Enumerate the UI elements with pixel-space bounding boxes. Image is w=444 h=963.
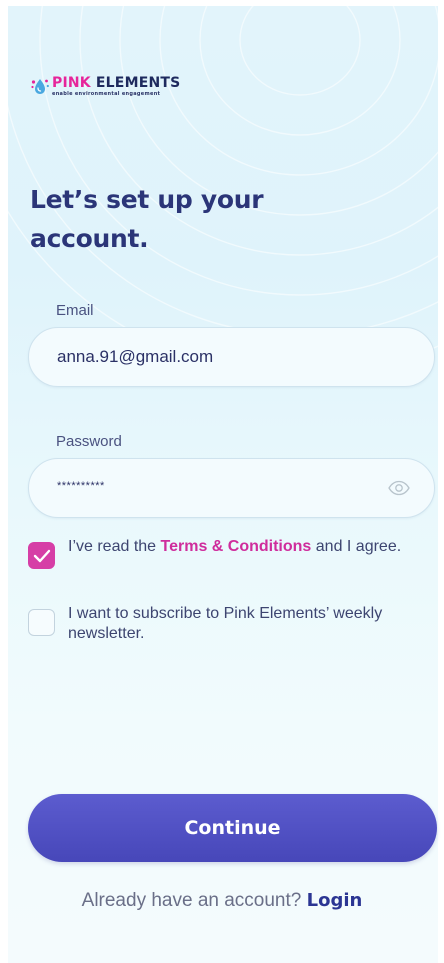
newsletter-consent-text: I want to subscribe to Pink Elements’ we… [68, 605, 383, 642]
checkmark-icon [33, 549, 50, 562]
terms-text-before: I’ve read the [68, 538, 161, 555]
terms-conditions-link[interactable]: Terms & Conditions [161, 538, 312, 555]
brand-name: PINK ELEMENTS [52, 75, 180, 91]
page-title: Let’s set up your account. [30, 185, 264, 253]
brand-name-part2: ELEMENTS [95, 75, 181, 91]
frame-right-edge [438, 0, 444, 963]
brand-tagline: enable environmental engagement [52, 91, 161, 97]
password-label: Password [56, 433, 122, 450]
password-field[interactable]: ********** [28, 458, 435, 518]
login-prompt: Already have an account? Login [0, 890, 444, 912]
login-link[interactable]: Login [307, 890, 363, 911]
email-field[interactable] [28, 327, 435, 387]
terms-consent-text: I’ve read the Terms & Conditions and I a… [68, 537, 408, 557]
continue-button[interactable]: Continue [28, 794, 437, 862]
newsletter-checkbox[interactable] [28, 609, 55, 636]
terms-checkbox[interactable] [28, 542, 55, 569]
eye-icon[interactable] [388, 480, 410, 496]
terms-consent-row[interactable]: I’ve read the Terms & Conditions and I a… [28, 537, 408, 569]
password-input[interactable]: ********** [57, 480, 377, 492]
brand-logo: PINK ELEMENTS enable environmental engag… [30, 75, 180, 98]
email-input[interactable] [57, 347, 377, 367]
frame-left-edge [0, 0, 8, 963]
login-prompt-text: Already have an account? [81, 890, 307, 911]
water-drop-logo-icon [31, 79, 49, 94]
newsletter-consent-row[interactable]: I want to subscribe to Pink Elements’ we… [28, 604, 408, 644]
frame-top-edge [0, 0, 444, 6]
brand-name-part1: PINK [52, 75, 91, 91]
signup-screen: PINK ELEMENTS enable environmental engag… [0, 0, 444, 963]
email-label: Email [56, 302, 94, 319]
terms-text-after: and I agree. [311, 538, 402, 555]
